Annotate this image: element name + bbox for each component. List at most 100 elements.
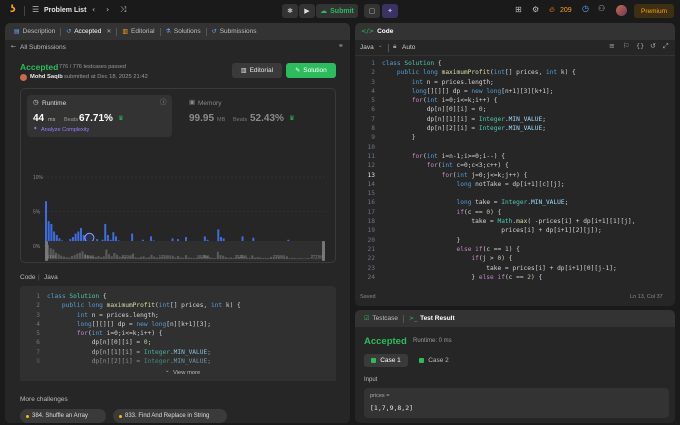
editorial-button[interactable]: ▥ Editorial <box>232 63 282 78</box>
code-line[interactable] <box>382 189 635 198</box>
code-line[interactable]: for(int i=0;i<=k;i++) { <box>382 96 635 105</box>
back-arrow-icon[interactable]: ← <box>11 44 16 50</box>
add-friend-icon[interactable]: ⚇ <box>598 5 605 13</box>
run-button[interactable]: ▶ <box>299 4 315 18</box>
tab-description[interactable]: ▤ Description <box>9 23 60 40</box>
mini-bar <box>190 257 193 259</box>
timer-icon[interactable]: ◷ <box>582 5 589 13</box>
tab-accepted[interactable]: ↺ Accepted ✕ <box>61 23 116 40</box>
shuffle-icon[interactable]: ⤨ <box>120 6 126 14</box>
code-line[interactable]: long take = Integer.MIN_VALUE; <box>382 198 635 207</box>
code-token: int <box>411 78 427 86</box>
view-more-link[interactable]: View more <box>173 370 200 376</box>
code-line[interactable]: dp[n][1][i] = Integer.MIN_VALUE; <box>382 115 635 124</box>
settings-icon[interactable]: ⚙ <box>532 6 539 14</box>
challenge-chip[interactable]: 384. Shuffle an Array <box>20 409 106 423</box>
code-line[interactable]: else if(c == 1) { <box>382 245 635 254</box>
language-select[interactable]: Java <box>360 44 374 51</box>
link-icon[interactable]: ⚭ <box>338 43 344 50</box>
prev-problem-icon[interactable]: ‹ <box>92 6 95 14</box>
code-line[interactable]: int n = prices.length; <box>382 78 635 87</box>
runtime-distribution-chart[interactable]: 10%5%0%10ms40ms70ms96ms126ms160ms193ms22… <box>21 89 337 264</box>
tab-solutions[interactable]: ⚗ Solutions <box>161 23 206 40</box>
code-line[interactable]: for(int j=0;j<=k;j++) { <box>382 171 635 180</box>
code-line[interactable]: take = Math.max( -prices[i] + dp[i+1][1]… <box>382 217 635 226</box>
code-line[interactable]: long notTake = dp[i+1][c][j]; <box>382 180 635 189</box>
debug-button[interactable]: ✱ <box>282 4 298 18</box>
user-avatar[interactable] <box>20 74 27 81</box>
code-line[interactable] <box>382 143 635 152</box>
submit-button[interactable]: ☁ Submit <box>316 4 358 18</box>
line-number: 10 <box>367 143 375 151</box>
all-submissions-link[interactable]: All Submissions <box>20 44 66 51</box>
code-line[interactable]: } <box>382 236 635 245</box>
code-line[interactable]: class Solution { <box>47 292 241 301</box>
notes-button[interactable]: ▢ <box>364 4 380 18</box>
tab-editorial[interactable]: ▥ Editorial <box>117 23 159 40</box>
username[interactable]: Mohd Saqib <box>30 74 63 80</box>
code-line[interactable]: if(j > 0) { <box>382 254 635 263</box>
mini-bar <box>110 256 113 259</box>
code-line[interactable]: } else if(c == 2) { <box>382 273 635 282</box>
format-icon[interactable]: ≡ <box>609 43 615 50</box>
code-line[interactable]: for(int c=0;c<3;c++) { <box>382 161 635 170</box>
code-line[interactable]: dp[n][0][i] = 0; <box>382 105 635 114</box>
code-token: public long <box>396 69 442 77</box>
case-1-tab[interactable]: Case 1 <box>364 354 408 367</box>
code-line[interactable]: if(c == 0) { <box>382 208 635 217</box>
case-2-tab[interactable]: Case 2 <box>412 354 456 367</box>
code-line[interactable]: dp[n][2][i] = Integer.MIN_VALUE; <box>382 124 635 133</box>
ai-button[interactable]: ✦ <box>382 4 398 18</box>
premium-button[interactable]: Premium <box>634 4 674 18</box>
auto-mode[interactable]: Auto <box>402 44 415 51</box>
tab-test-result[interactable]: >_ Test Result <box>404 310 460 327</box>
leetcode-logo-icon[interactable]: ʖ <box>10 5 16 15</box>
chevron-down-icon[interactable]: ⌄ <box>378 43 383 50</box>
code-token: ) { <box>490 208 502 216</box>
mini-bar <box>301 258 304 259</box>
next-problem-icon[interactable]: › <box>106 6 109 14</box>
code-line[interactable]: public long maximumProfit(int[] prices, … <box>382 68 635 77</box>
braces-icon[interactable]: {} <box>636 43 644 50</box>
challenge-chip[interactable]: 833. Find And Replace in String <box>113 409 227 423</box>
bookmark-icon[interactable]: ⚐ <box>623 43 629 50</box>
code-line[interactable]: long[][][] dp = new long[n+1][3][k+1]; <box>382 87 635 96</box>
code-line[interactable]: prices[i] + dp[i+1][2][j]); <box>382 226 635 235</box>
code-token: else if <box>456 245 483 253</box>
solution-label: Solution <box>303 67 327 74</box>
tab-label: Solutions <box>173 28 201 35</box>
solution-button[interactable]: ✎ Solution <box>286 63 336 78</box>
code-line[interactable]: for(int i=n-1;i>=0;i--) { <box>382 152 635 161</box>
code-line[interactable]: int n = prices.length; <box>47 311 241 320</box>
code-token: n = prices.length; <box>426 78 494 86</box>
code-line[interactable]: for(int i=0;i<=k;i++) { <box>47 329 241 338</box>
tab-testcase[interactable]: ☑ Testcase <box>359 310 403 327</box>
mini-bar <box>214 258 217 259</box>
tab-submissions[interactable]: ↺ Submissions <box>207 23 262 40</box>
close-icon[interactable]: ✕ <box>106 28 111 35</box>
submit-label: Submit <box>330 7 354 15</box>
line-number: 1 <box>371 60 375 67</box>
code-line[interactable]: } <box>382 133 635 142</box>
tab-label: Submissions <box>219 28 257 35</box>
streak-count[interactable]: 209 <box>560 7 572 14</box>
chevron-down-icon[interactable]: ⌄ <box>165 368 170 375</box>
problem-list-link[interactable]: Problem List <box>44 7 86 14</box>
maximize-icon[interactable]: ⤢ <box>663 43 669 50</box>
code-line[interactable]: long[][][] dp = new long[n][k+1][3]; <box>47 320 241 329</box>
code-token: int <box>456 171 472 179</box>
avatar[interactable] <box>616 5 627 16</box>
code-token: Integer <box>478 125 505 133</box>
code-line[interactable]: take = prices[i] + dp[i+1][0][j-1]; <box>382 264 635 273</box>
line-number: 14 <box>367 180 375 188</box>
code-line[interactable]: public long maximumProfit(int[] prices, … <box>47 301 241 310</box>
code-token: (c == <box>482 245 505 253</box>
reset-icon[interactable]: ↺ <box>650 43 656 50</box>
mini-tick-label: 87ms <box>122 254 132 259</box>
code-line[interactable]: class Solution { <box>382 59 635 68</box>
premium-label: Premium <box>640 7 667 15</box>
code-token: ( -prices[i] + dp[i+1][1][j], <box>527 218 636 226</box>
layout-icon[interactable]: ⊞ <box>515 6 522 14</box>
list-icon[interactable]: ☰ <box>32 6 39 14</box>
